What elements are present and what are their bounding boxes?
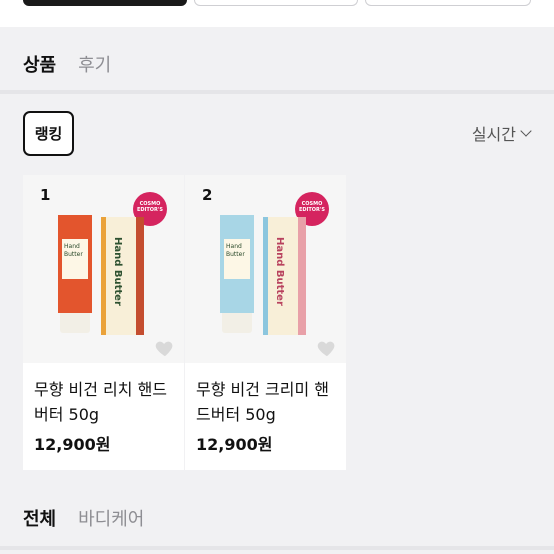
tube-illustration: Hand Butter	[220, 215, 254, 333]
section-divider	[0, 90, 554, 94]
section-divider	[0, 546, 554, 550]
heart-icon[interactable]	[154, 337, 176, 359]
top-button-secondary[interactable]	[194, 0, 358, 6]
product-image[interactable]: 2 COSMO EDITOR'S Hand Butter Hand Butter	[185, 175, 346, 363]
tab-review[interactable]: 후기	[78, 51, 111, 77]
rank-number: 1	[40, 186, 51, 204]
product-name[interactable]: 무향 비건 크리미 핸드버터 50g	[196, 377, 342, 427]
top-button-tertiary[interactable]	[365, 0, 531, 6]
tab-all[interactable]: 전체	[23, 505, 56, 531]
category-tabs: 전체 바디케어	[0, 496, 554, 540]
product-card[interactable]: 2 COSMO EDITOR'S Hand Butter Hand Butter…	[185, 175, 346, 470]
heart-icon[interactable]	[316, 337, 338, 359]
tube-illustration: Hand Butter	[58, 215, 92, 333]
product-name[interactable]: 무향 비건 리치 핸드버터 50g	[34, 377, 180, 427]
box-illustration: Hand Butter	[101, 217, 144, 335]
product-price: 12,900원	[196, 435, 273, 454]
sort-dropdown[interactable]: 실시간	[471, 121, 532, 145]
product-image[interactable]: 1 COSMO EDITOR'S Hand Butter Hand Butter	[23, 175, 184, 363]
rank-number: 2	[202, 186, 213, 204]
tab-bodycare[interactable]: 바디케어	[78, 505, 144, 531]
tab-product[interactable]: 상품	[23, 51, 56, 77]
top-button-primary[interactable]	[23, 0, 187, 6]
ranking-chip[interactable]: 랭킹	[23, 111, 74, 156]
top-strip	[0, 0, 554, 27]
chevron-down-icon	[520, 125, 532, 137]
product-review-tabs: 상품 후기	[0, 40, 554, 88]
box-illustration: Hand Butter	[263, 217, 306, 335]
sort-label: 실시간	[471, 125, 516, 144]
product-price: 12,900원	[34, 435, 111, 454]
product-card[interactable]: 1 COSMO EDITOR'S Hand Butter Hand Butter…	[23, 175, 184, 470]
